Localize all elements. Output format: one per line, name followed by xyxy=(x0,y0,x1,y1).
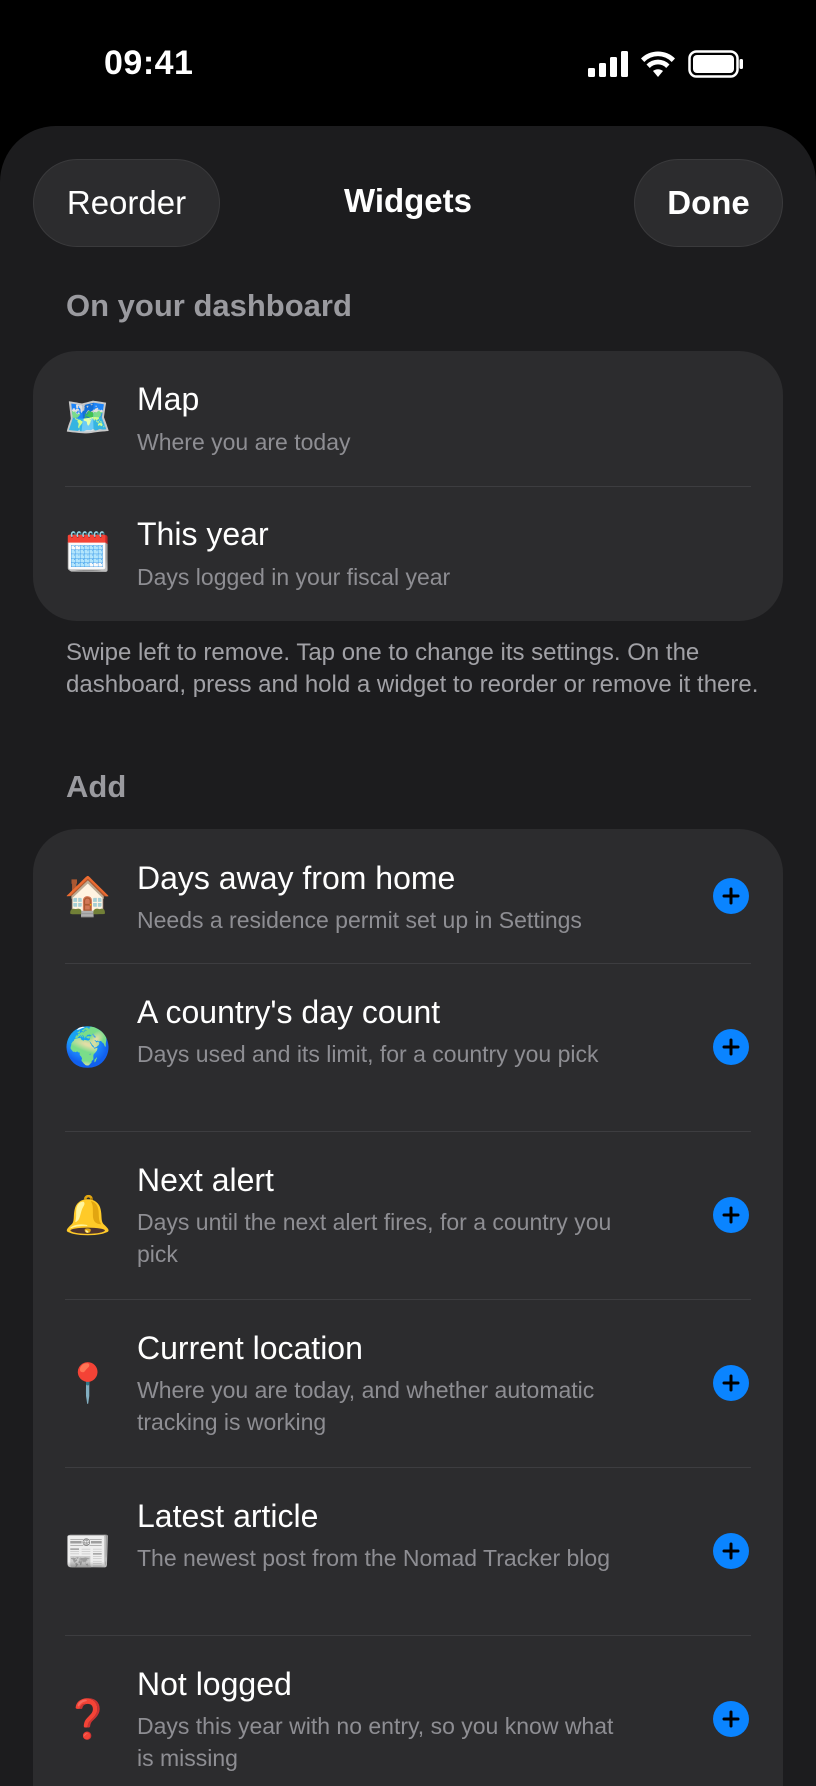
widget-title: Next alert xyxy=(137,1162,274,1198)
add-widgets-card: 🏠 Days away from home Needs a residence … xyxy=(33,829,783,1786)
widget-title: A country's day count xyxy=(137,994,441,1030)
house-icon: 🏠 xyxy=(64,876,112,918)
widget-subtitle: Where you are today, and whether automat… xyxy=(137,1377,595,1435)
bell-icon: 🔔 xyxy=(64,1195,112,1237)
widget-title: This year xyxy=(137,516,269,552)
add-button[interactable] xyxy=(713,1365,749,1401)
widget-row-map[interactable]: 🗺️ Map Where you are today xyxy=(33,351,783,486)
status-time: 09:41 xyxy=(104,44,194,82)
plus-icon xyxy=(722,1374,740,1392)
dashboard-widgets-card: 🗺️ Map Where you are today 🗓️ This year … xyxy=(33,351,783,621)
add-row-country-day-count[interactable]: 🌍 A country's day count Days used and it… xyxy=(33,963,783,1131)
plus-icon xyxy=(722,1542,740,1560)
widget-row-this-year[interactable]: 🗓️ This year Days logged in your fiscal … xyxy=(33,486,783,621)
globe-icon: 🌍 xyxy=(64,1027,112,1069)
section-header-dashboard: On your dashboard xyxy=(66,288,352,323)
dashboard-help-note: Swipe left to remove. Tap one to change … xyxy=(66,639,759,698)
status-bar: 09:41 xyxy=(0,0,816,126)
widget-subtitle: Days until the next alert fires, for a c… xyxy=(137,1209,612,1267)
cellular-signal-icon xyxy=(588,51,628,77)
widgets-sheet: Reorder Widgets Done On your dashboard 🗺… xyxy=(0,126,816,1786)
add-row-current-location[interactable]: 📍 Current location Where you are today, … xyxy=(33,1299,783,1467)
add-row-not-logged[interactable]: ❓ Not logged Days this year with no entr… xyxy=(33,1635,783,1786)
add-row-next-alert[interactable]: 🔔 Next alert Days until the next alert f… xyxy=(33,1131,783,1299)
done-button[interactable]: Done xyxy=(634,159,783,247)
add-button[interactable] xyxy=(713,1533,749,1569)
add-row-days-away[interactable]: 🏠 Days away from home Needs a residence … xyxy=(33,829,783,963)
widget-subtitle: Days this year with no entry, so you kno… xyxy=(137,1713,614,1771)
add-button[interactable] xyxy=(713,1029,749,1065)
add-button[interactable] xyxy=(713,1197,749,1233)
battery-icon xyxy=(688,50,743,78)
widget-subtitle: The newest post from the Nomad Tracker b… xyxy=(137,1545,610,1571)
wifi-icon xyxy=(641,51,675,77)
calendar-icon: 🗓️ xyxy=(64,532,112,574)
newspaper-icon: 📰 xyxy=(64,1531,112,1573)
widget-title: Days away from home xyxy=(137,860,456,896)
add-button[interactable] xyxy=(713,1701,749,1737)
widget-subtitle: Where you are today xyxy=(137,429,351,455)
widget-title: Current location xyxy=(137,1330,363,1366)
widget-title: Latest article xyxy=(137,1498,319,1534)
plus-icon xyxy=(722,1038,740,1056)
widget-subtitle: Days used and its limit, for a country y… xyxy=(137,1041,599,1067)
plus-icon xyxy=(722,1206,740,1224)
section-header-add: Add xyxy=(66,769,127,804)
widget-title: Map xyxy=(137,381,200,417)
add-row-latest-article[interactable]: 📰 Latest article The newest post from th… xyxy=(33,1467,783,1635)
plus-icon xyxy=(722,1710,740,1728)
widget-subtitle: Needs a residence permit set up in Setti… xyxy=(137,907,582,933)
add-button[interactable] xyxy=(713,878,749,914)
map-icon: 🗺️ xyxy=(64,397,112,439)
plus-icon xyxy=(722,887,740,905)
question-mark-icon: ❓ xyxy=(64,1699,112,1741)
widget-title: Not logged xyxy=(137,1666,292,1702)
pin-icon: 📍 xyxy=(64,1363,112,1405)
widget-subtitle: Days logged in your fiscal year xyxy=(137,564,451,590)
status-icons xyxy=(588,50,744,78)
